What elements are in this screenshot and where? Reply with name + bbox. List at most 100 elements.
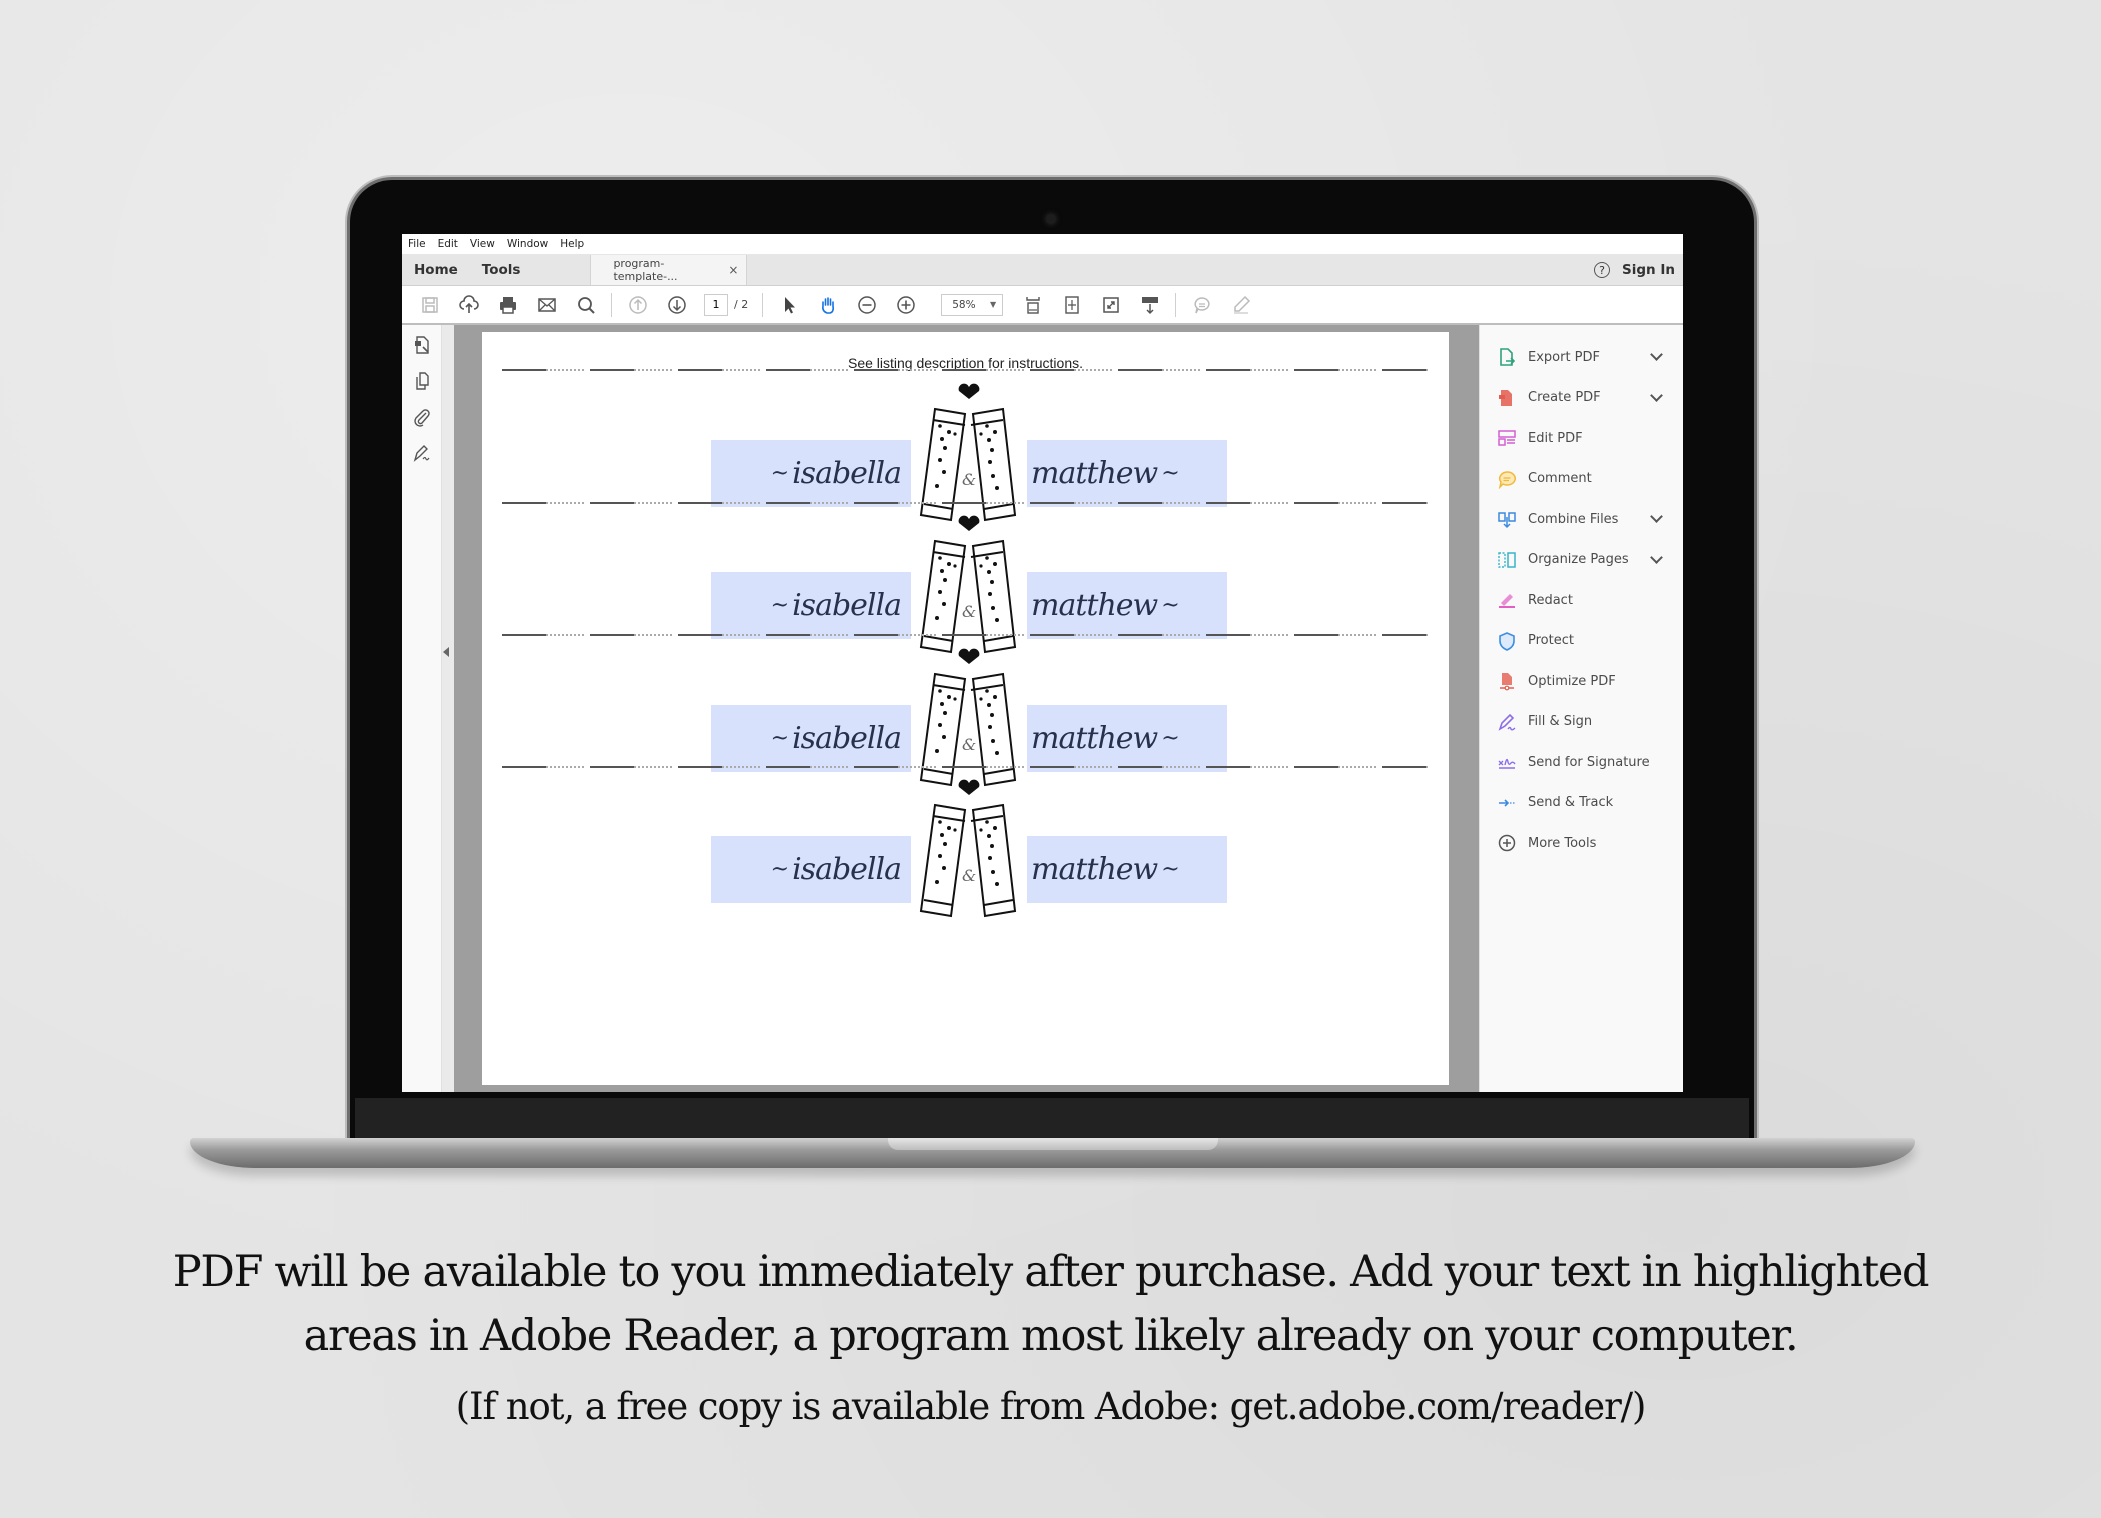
- fit-page-button[interactable]: [1052, 291, 1091, 319]
- swash-ornament: ~: [1161, 857, 1179, 882]
- caption-line-1: PDF will be available to you immediately…: [172, 1247, 1930, 1297]
- right-name-text: matthew: [1031, 852, 1158, 887]
- tool-label: Protect: [1528, 633, 1574, 649]
- zoom-level-dropdown[interactable]: 58% ▼: [941, 293, 1004, 316]
- create-pdf-icon: [1499, 389, 1512, 406]
- fill-sign-icon: [1498, 713, 1516, 731]
- right-name-field[interactable]: matthew ~: [1027, 836, 1227, 903]
- expand-left-panel-icon[interactable]: [443, 647, 449, 657]
- heart-icon: [958, 515, 980, 531]
- highlight-pen-icon: [1233, 295, 1250, 314]
- document-area[interactable]: See listing description for instructions…: [454, 325, 1479, 1092]
- menu-window[interactable]: Window: [507, 238, 548, 250]
- left-name-field[interactable]: ~ isabella: [711, 705, 911, 772]
- signatures-button[interactable]: [402, 437, 441, 469]
- full-screen-button[interactable]: [1091, 291, 1130, 319]
- tool-optimize-pdf[interactable]: Optimize PDF: [1480, 661, 1683, 702]
- page-number-input[interactable]: [704, 293, 728, 316]
- next-page-button[interactable]: [657, 291, 696, 319]
- webcam: [1046, 214, 1056, 224]
- export-pdf-icon: [1500, 348, 1516, 367]
- zoom-in-button[interactable]: [886, 291, 925, 319]
- close-tab-icon[interactable]: ×: [728, 263, 738, 277]
- menu-edit[interactable]: Edit: [438, 238, 458, 250]
- copy-pages-button[interactable]: [402, 365, 441, 397]
- right-name-text: matthew: [1031, 588, 1158, 623]
- document-tab[interactable]: program-template-... ×: [590, 255, 748, 285]
- chevron-down-icon[interactable]: [1650, 510, 1663, 523]
- full-screen-icon: [1102, 296, 1119, 313]
- page-navigation: / 2: [704, 293, 748, 316]
- left-name-text: isabella: [792, 721, 902, 756]
- fit-page-icon: [1065, 295, 1079, 314]
- tool-protect[interactable]: Protect: [1480, 621, 1683, 662]
- tool-edit-pdf[interactable]: Edit PDF: [1480, 418, 1683, 459]
- left-name-text: isabella: [792, 852, 902, 887]
- tool-redact[interactable]: Redact: [1480, 580, 1683, 621]
- attachments-button[interactable]: [402, 401, 441, 433]
- zoom-out-button[interactable]: [847, 291, 886, 319]
- combine-files-icon: [1498, 512, 1516, 529]
- right-name-text: matthew: [1031, 456, 1158, 491]
- chevron-down-icon[interactable]: [1650, 550, 1663, 564]
- cut-line: [502, 502, 1429, 504]
- tool-create-pdf[interactable]: Create PDF: [1480, 378, 1683, 419]
- hand-tool-button[interactable]: [808, 291, 847, 319]
- menu-file[interactable]: File: [408, 238, 426, 250]
- left-name-field[interactable]: ~ isabella: [711, 572, 911, 639]
- left-name-field[interactable]: ~ isabella: [711, 440, 911, 507]
- previous-page-button[interactable]: [618, 291, 657, 319]
- toasting-glasses-illustration: [919, 515, 1017, 654]
- left-name-text: isabella: [792, 456, 902, 491]
- comment-button[interactable]: [1182, 291, 1221, 319]
- right-name-field[interactable]: matthew ~: [1027, 705, 1227, 772]
- tool-more-tools[interactable]: More Tools: [1480, 823, 1683, 864]
- page-thumbnails-button[interactable]: [402, 329, 441, 361]
- tool-organize-pages[interactable]: Organize Pages: [1480, 540, 1683, 581]
- caption-line-2: areas in Adobe Reader, a program most li…: [303, 1311, 1799, 1361]
- right-name-field[interactable]: matthew ~: [1027, 572, 1227, 639]
- tab-home[interactable]: Home: [414, 262, 458, 278]
- fit-width-icon: [1026, 296, 1040, 314]
- right-name-field[interactable]: matthew ~: [1027, 440, 1227, 507]
- ampersand: &: [962, 735, 977, 754]
- highlight-button[interactable]: [1221, 291, 1260, 319]
- page-down-icon: [667, 295, 686, 314]
- laptop-hinge-notch: [888, 1138, 1218, 1150]
- caption-note: (If not, a free copy is available from A…: [455, 1385, 1647, 1428]
- fit-width-button[interactable]: [1013, 291, 1052, 319]
- chevron-down-icon[interactable]: [1650, 348, 1663, 361]
- upload-button[interactable]: [449, 291, 488, 319]
- place-card-label: ~ isabella & matthew ~: [711, 778, 1227, 923]
- scroll-mode-button[interactable]: [1130, 291, 1169, 319]
- menu-view[interactable]: View: [470, 238, 495, 250]
- swash-ornament: ~: [770, 726, 789, 751]
- more-tools-plus-icon: [1498, 835, 1516, 852]
- left-name-field[interactable]: ~ isabella: [711, 836, 911, 903]
- tool-send-for-signature[interactable]: Send for Signature: [1480, 742, 1683, 783]
- tool-fill-and-sign[interactable]: Fill & Sign: [1480, 702, 1683, 743]
- chevron-down-icon[interactable]: [1650, 388, 1663, 402]
- tool-combine-files[interactable]: Combine Files: [1480, 499, 1683, 540]
- tab-tools[interactable]: Tools: [482, 262, 521, 278]
- tool-label: Redact: [1528, 592, 1573, 608]
- help-icon[interactable]: ?: [1594, 262, 1611, 278]
- tool-label: Fill & Sign: [1528, 714, 1593, 730]
- tool-send-and-track[interactable]: Send & Track: [1480, 783, 1683, 824]
- tool-export-pdf[interactable]: Export PDF: [1480, 337, 1683, 378]
- menu-help[interactable]: Help: [560, 238, 584, 250]
- print-button[interactable]: [488, 291, 527, 319]
- find-button[interactable]: [566, 291, 605, 319]
- comment-icon: [1194, 296, 1210, 313]
- save-button[interactable]: [410, 291, 449, 319]
- toolbar-separator: [611, 292, 612, 317]
- tool-label: Send for Signature: [1528, 754, 1650, 770]
- email-button[interactable]: [527, 291, 566, 319]
- optimize-pdf-icon: [1500, 673, 1514, 691]
- page-up-icon: [628, 295, 647, 314]
- tool-comment[interactable]: Comment: [1480, 459, 1683, 500]
- sign-in-button[interactable]: Sign In: [1622, 262, 1675, 278]
- select-tool-button[interactable]: [769, 291, 808, 319]
- save-icon: [421, 296, 438, 313]
- workspace: See listing description for instructions…: [402, 325, 1683, 1092]
